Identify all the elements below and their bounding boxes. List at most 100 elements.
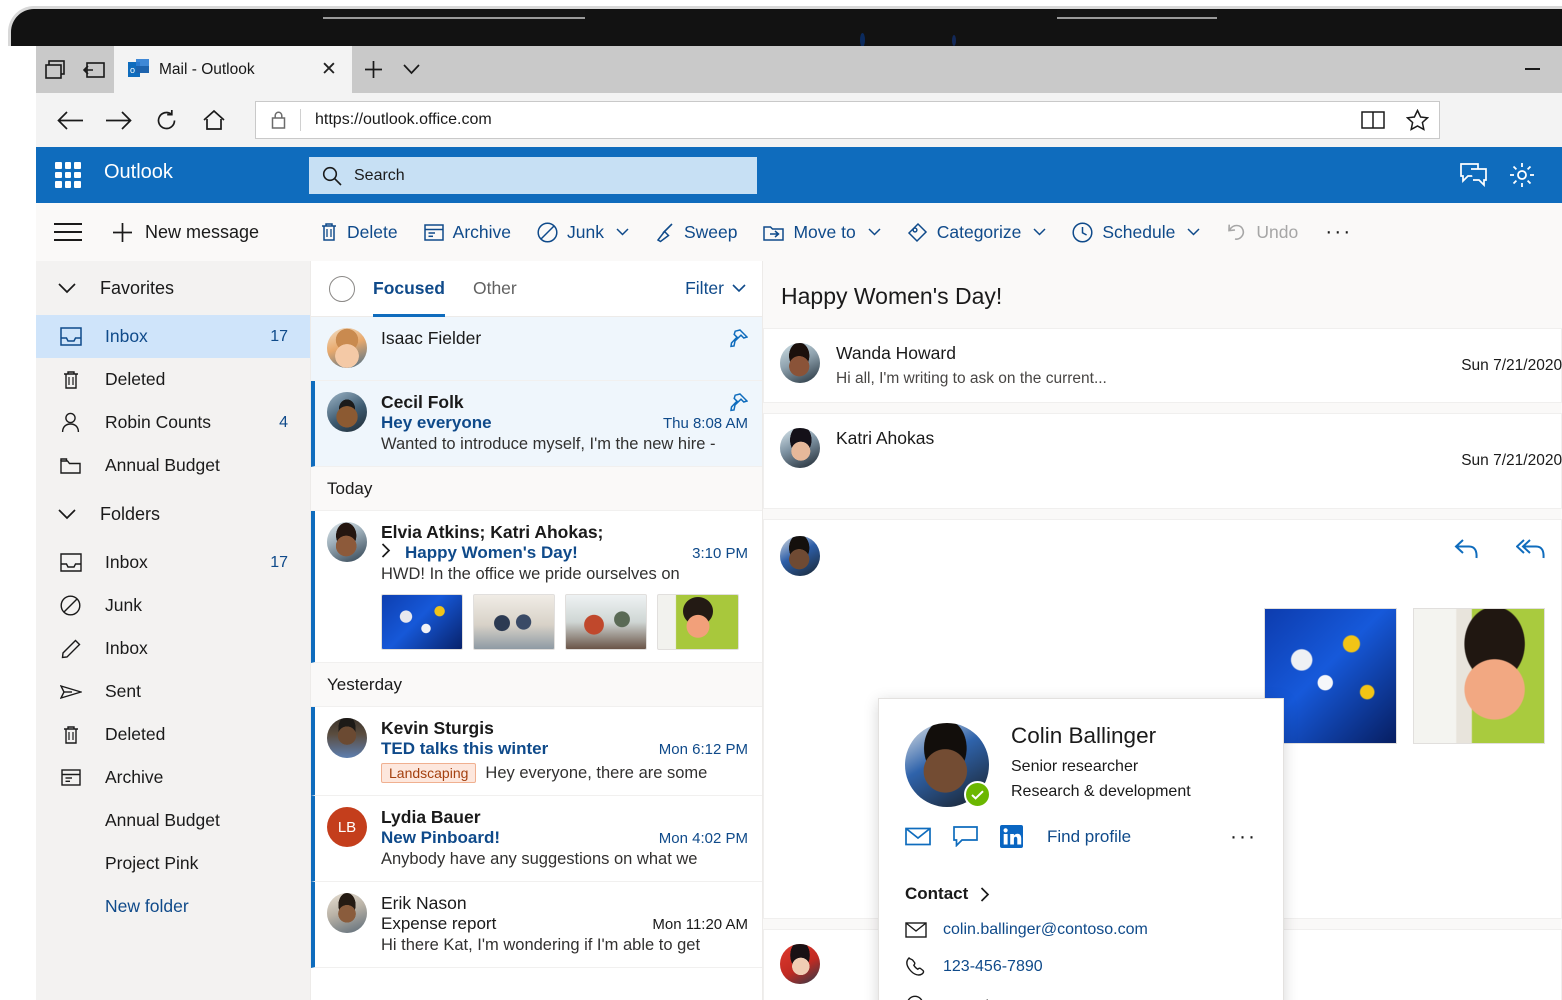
- reply-icon[interactable]: [1454, 538, 1480, 560]
- contact-section-header[interactable]: Contact: [905, 884, 1257, 904]
- preview-text: Hey everyone, there are some: [485, 763, 708, 782]
- inbox-icon: [58, 553, 83, 572]
- find-profile-link[interactable]: Find profile: [1047, 827, 1131, 847]
- sidebar-item-deleted-favorite[interactable]: Deleted: [36, 358, 310, 401]
- svg-text:o: o: [130, 65, 135, 75]
- chat-bubble-icon[interactable]: [953, 826, 978, 847]
- select-all-circle-icon[interactable]: [329, 275, 355, 302]
- hamburger-menu-icon[interactable]: [54, 223, 82, 241]
- list-item[interactable]: Elvia Atkins; Katri Ahokas; Happy Women'…: [311, 511, 762, 663]
- filter-button[interactable]: Filter: [685, 278, 746, 299]
- pin-icon[interactable]: [729, 329, 748, 348]
- sidebar-item-drafts[interactable]: Inbox: [36, 627, 310, 670]
- linkedin-icon[interactable]: [1000, 825, 1023, 848]
- undo-button[interactable]: Undo: [1213, 212, 1311, 252]
- list-item[interactable]: LB Lydia Bauer New Pinboard! Mon 4:02 PM…: [311, 796, 762, 882]
- more-options-button[interactable]: ···: [1230, 825, 1257, 849]
- list-item-content: Kevin Sturgis TED talks this winter Mon …: [381, 718, 748, 783]
- close-icon[interactable]: ✕: [316, 57, 342, 83]
- teams-chat-icon[interactable]: [1458, 159, 1490, 191]
- folders-group-header[interactable]: Folders: [36, 487, 310, 541]
- gear-icon[interactable]: [1506, 159, 1538, 191]
- trash-icon: [58, 725, 83, 745]
- forward-arrow-icon[interactable]: [94, 96, 142, 144]
- clock-icon: [1072, 221, 1093, 243]
- attachment-thumbnail[interactable]: [381, 594, 463, 650]
- set-aside-tabs-icon[interactable]: [75, 46, 114, 93]
- tab-focused[interactable]: Focused: [373, 261, 445, 317]
- browser-tab[interactable]: o Mail - Outlook ✕: [114, 46, 352, 93]
- categorize-button[interactable]: Categorize: [894, 212, 1060, 252]
- more-commands-button[interactable]: ···: [1311, 220, 1366, 244]
- minimize-icon[interactable]: [1512, 56, 1552, 82]
- home-icon[interactable]: [190, 96, 238, 144]
- timestamp: Mon 11:20 AM: [652, 916, 748, 933]
- sidebar-item-new-folder[interactable]: New folder: [36, 885, 310, 928]
- contact-email-row[interactable]: colin.ballinger@contoso.com: [905, 921, 1257, 939]
- schedule-button[interactable]: Schedule: [1059, 212, 1213, 252]
- new-message-button[interactable]: New message: [112, 222, 259, 243]
- app-launcher-icon[interactable]: [55, 162, 81, 188]
- timestamp: Mon 6:12 PM: [658, 741, 748, 758]
- list-item[interactable]: Cecil Folk Hey everyone Thu 8:08 AM Want…: [311, 381, 762, 467]
- avatar: [327, 522, 367, 562]
- sidebar-item-project-pink[interactable]: Project Pink: [36, 842, 310, 885]
- reply-all-icon[interactable]: [1516, 538, 1547, 560]
- sidebar-item-annual-budget-favorite[interactable]: Annual Budget: [36, 444, 310, 487]
- send-icon: [58, 684, 83, 700]
- chevron-down-icon[interactable]: [396, 54, 427, 85]
- contact-phone-row[interactable]: 123-456-7890: [905, 956, 1257, 978]
- pin-icon[interactable]: [729, 393, 748, 412]
- list-item[interactable]: Isaac Fielder: [311, 317, 762, 381]
- contact-email[interactable]: colin.ballinger@contoso.com: [943, 921, 1148, 939]
- url-text[interactable]: https://outlook.office.com: [301, 111, 1351, 129]
- category-badge[interactable]: Landscaping: [381, 763, 477, 783]
- sidebar-item-inbox-favorite[interactable]: Inbox 17: [36, 315, 310, 358]
- back-arrow-icon[interactable]: [46, 96, 94, 144]
- sidebar-item-archive[interactable]: Archive: [36, 756, 310, 799]
- subject-row: Hey everyone Thu 8:08 AM: [381, 413, 748, 433]
- address-bar[interactable]: https://outlook.office.com: [255, 101, 1440, 139]
- attachment-thumbnail[interactable]: [473, 594, 555, 650]
- search-input[interactable]: Search: [309, 157, 757, 194]
- subject: Expense report: [381, 914, 497, 933]
- timestamp: Sun 7/21/2020 1: [1461, 452, 1562, 469]
- sidebar-item-label: Robin Counts: [105, 412, 212, 432]
- sidebar-item-sent[interactable]: Sent: [36, 670, 310, 713]
- contact-identity: Colin Ballinger Senior researcher Resear…: [1011, 723, 1191, 807]
- sweep-button[interactable]: Sweep: [642, 212, 751, 252]
- move-to-button[interactable]: Move to: [750, 212, 893, 252]
- list-item-content: Cecil Folk Hey everyone Thu 8:08 AM Want…: [381, 392, 748, 454]
- junk-button[interactable]: Junk: [524, 212, 642, 252]
- delete-button[interactable]: Delete: [307, 212, 411, 252]
- tab-other[interactable]: Other: [473, 261, 517, 317]
- conversation-message[interactable]: Wanda Howard Hi all, I'm writing to ask …: [763, 328, 1562, 403]
- list-item-content: Isaac Fielder: [381, 328, 748, 368]
- timestamp: Sun 7/21/2020 1: [1461, 356, 1562, 374]
- list-item[interactable]: Erik Nason Expense report Mon 11:20 AM H…: [311, 882, 762, 968]
- date-group-header: Yesterday: [311, 663, 762, 707]
- sidebar-item-deleted[interactable]: Deleted: [36, 713, 310, 756]
- sidebar-item-junk[interactable]: Junk: [36, 584, 310, 627]
- inline-image[interactable]: [1412, 608, 1545, 744]
- sidebar-item-annual-budget[interactable]: Annual Budget: [36, 799, 310, 842]
- attachment-thumbnail[interactable]: [657, 594, 739, 650]
- list-item-content: Erik Nason Expense report Mon 11:20 AM H…: [381, 893, 748, 955]
- expand-thread-icon[interactable]: [381, 543, 391, 558]
- new-tab-button[interactable]: [358, 54, 389, 85]
- sidebar-item-robin-counts[interactable]: Robin Counts 4: [36, 401, 310, 444]
- tab-preview-icon[interactable]: [36, 46, 75, 93]
- conversation-message[interactable]: Katri Ahokas Sun 7/21/2020 1: [763, 413, 1562, 509]
- attachment-thumbnail[interactable]: [565, 594, 647, 650]
- mail-icon[interactable]: [905, 827, 931, 846]
- refresh-icon[interactable]: [142, 96, 190, 144]
- favorites-group-header[interactable]: Favorites: [36, 261, 310, 315]
- archive-button[interactable]: Archive: [411, 212, 524, 252]
- sidebar-item-inbox[interactable]: Inbox 17: [36, 541, 310, 584]
- reading-view-icon[interactable]: [1351, 110, 1395, 130]
- contact-name: Colin Ballinger: [1011, 723, 1157, 748]
- tag-icon: [907, 222, 927, 242]
- star-icon[interactable]: [1395, 109, 1439, 131]
- list-item[interactable]: Kevin Sturgis TED talks this winter Mon …: [311, 707, 762, 796]
- contact-phone[interactable]: 123-456-7890: [943, 958, 1043, 976]
